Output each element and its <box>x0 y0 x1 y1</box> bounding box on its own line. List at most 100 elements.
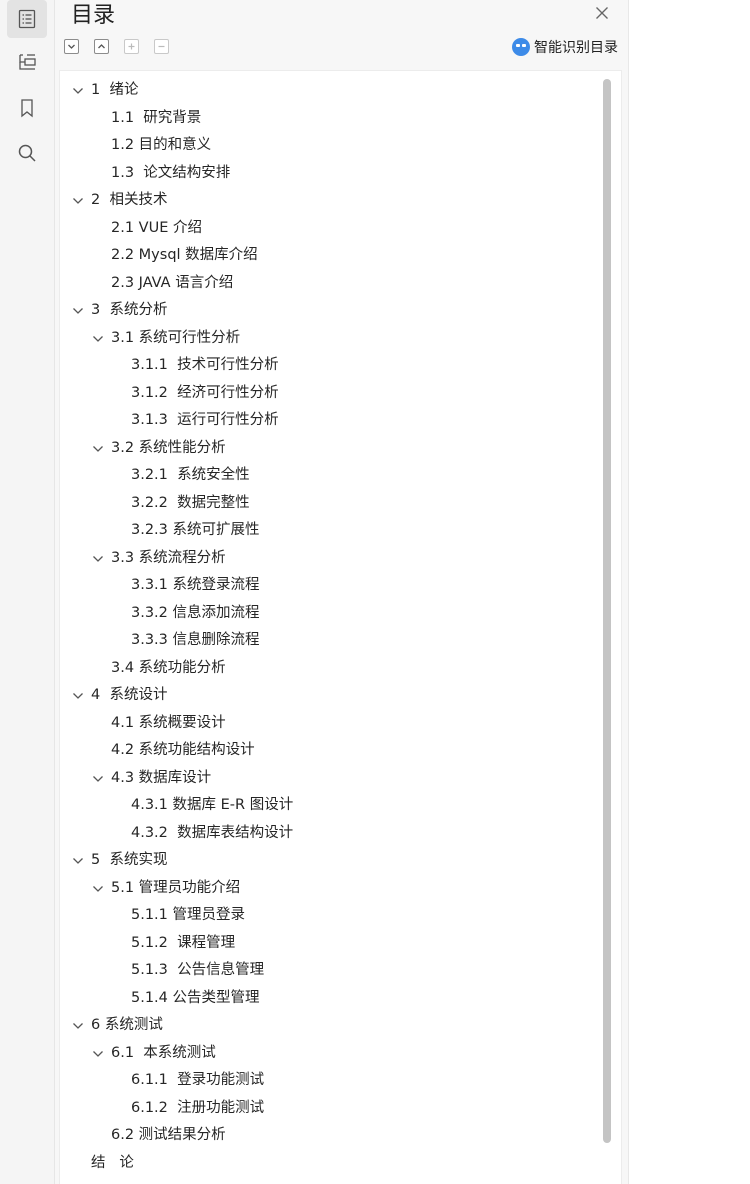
tree-rail-button[interactable] <box>7 43 47 81</box>
toc-item-label: 1.1 研究背景 <box>111 109 202 126</box>
toc-item-label: 3.1.1 技术可行性分析 <box>131 357 279 373</box>
search-icon <box>18 144 36 162</box>
chevron-down-box-icon <box>68 44 75 49</box>
toc-item-level-2[interactable]: 1.3 论文结构安排 <box>60 160 600 188</box>
toc-item-level-1[interactable]: 2 相关技术 <box>60 187 600 215</box>
toc-item-label: 6.1 本系统测试 <box>111 1044 216 1061</box>
toc-item-level-1[interactable]: 5 系统实现 <box>60 847 600 875</box>
toc-item-level-1[interactable]: 1 绪论 <box>60 77 600 105</box>
toc-item-level-3[interactable]: 5.1.2 课程管理 <box>60 930 600 958</box>
toc-item-label: 3.1.2 经济可行性分析 <box>131 384 279 401</box>
toc-item-label: 2.3 JAVA 语言介绍 <box>111 274 234 291</box>
close-button[interactable] <box>593 4 611 22</box>
toc-item-level-2[interactable]: 1.1 研究背景 <box>60 105 600 133</box>
panel-title: 目录 <box>71 3 116 28</box>
chevron-down-icon[interactable] <box>92 334 104 344</box>
chevron-down-icon[interactable] <box>92 774 104 784</box>
toc-item-label: 3 系统分析 <box>91 302 168 318</box>
toc-item-level-1[interactable]: 结 论 <box>60 1150 600 1178</box>
toc-item-level-3[interactable]: 3.1.1 技术可行性分析 <box>60 352 600 380</box>
add-entry-button[interactable] <box>124 39 139 54</box>
toc-item-level-2[interactable]: 1.2 目的和意义 <box>60 132 600 160</box>
toc-item-level-3[interactable]: 3.3.1 系统登录流程 <box>60 572 600 600</box>
toc-item-label: 5.1.4 公告类型管理 <box>131 989 260 1006</box>
chevron-down-icon[interactable] <box>92 1049 104 1059</box>
toc-rail-button[interactable] <box>7 0 47 38</box>
remove-entry-button[interactable] <box>154 39 169 54</box>
ai-robot-icon <box>512 38 530 56</box>
expand-all-button[interactable] <box>64 39 79 54</box>
toc-item-level-2[interactable]: 6.1 本系统测试 <box>60 1040 600 1068</box>
toc-item-level-3[interactable]: 3.2.3 系统可扩展性 <box>60 517 600 545</box>
toc-item-level-3[interactable]: 3.1.3 运行可行性分析 <box>60 407 600 435</box>
toc-item-label: 4.2 系统功能结构设计 <box>111 742 255 758</box>
toc-item-level-3[interactable]: 4.3.2 数据库表结构设计 <box>60 820 600 848</box>
toc-item-label: 2 相关技术 <box>91 192 168 208</box>
left-icon-rail <box>0 0 55 1184</box>
toc-item-level-2[interactable]: 4.2 系统功能结构设计 <box>60 737 600 765</box>
smart-toc-button[interactable]: 智能识别目录 <box>512 37 618 57</box>
toc-item-level-3[interactable]: 3.1.2 经济可行性分析 <box>60 380 600 408</box>
toc-item-label: 5.1.2 课程管理 <box>131 934 236 951</box>
chevron-down-icon[interactable] <box>72 1021 84 1031</box>
collapse-all-button[interactable] <box>94 39 109 54</box>
toc-item-label: 4.3 数据库设计 <box>111 769 212 786</box>
search-rail-button[interactable] <box>7 134 47 172</box>
toc-item-level-3[interactable]: 3.2.2 数据完整性 <box>60 490 600 518</box>
toc-item-label: 5 系统实现 <box>91 852 168 868</box>
chevron-down-icon[interactable] <box>92 554 104 564</box>
toc-scrollbar[interactable] <box>603 79 611 1143</box>
toc-item-level-2[interactable]: 2.3 JAVA 语言介绍 <box>60 270 600 298</box>
toc-item-label: 1 绪论 <box>91 82 139 98</box>
toc-item-label: 5.1.3 公告信息管理 <box>131 962 265 978</box>
bookmark-icon <box>21 99 33 118</box>
toc-item-label: 6.1.2 注册功能测试 <box>131 1099 265 1116</box>
toc-item-level-3[interactable]: 5.1.3 公告信息管理 <box>60 957 600 985</box>
toc-item-level-2[interactable]: 2.2 Mysql 数据库介绍 <box>60 242 600 270</box>
toc-item-level-2[interactable]: 3.1 系统可行性分析 <box>60 325 600 353</box>
chevron-down-icon[interactable] <box>72 196 84 206</box>
toc-item-level-3[interactable]: 3.2.1 系统安全性 <box>60 462 600 490</box>
chevron-down-icon[interactable] <box>72 691 84 701</box>
toc-list[interactable]: 1 绪论 1.1 研究背景 1.2 目的和意义 1.3 论文结构安排 2 相关技术 2.1… <box>59 70 622 1184</box>
toc-item-label: 6.1.1 登录功能测试 <box>131 1072 265 1088</box>
toc-item-level-3[interactable]: 5.1.4 公告类型管理 <box>60 985 600 1013</box>
toc-item-label: 3.3 系统流程分析 <box>111 549 226 566</box>
toc-item-level-1[interactable]: 4 系统设计 <box>60 682 600 710</box>
toc-item-level-3[interactable]: 3.3.3 信息删除流程 <box>60 627 600 655</box>
toc-item-label: 3.3.3 信息删除流程 <box>131 632 260 648</box>
toc-item-label: 3.1 系统可行性分析 <box>111 329 241 346</box>
chevron-down-icon[interactable] <box>92 444 104 454</box>
toc-item-level-2[interactable]: 4.1 系统概要设计 <box>60 710 600 738</box>
toc-item-level-3[interactable]: 6.1.1 登录功能测试 <box>60 1067 600 1095</box>
tree-icon <box>19 54 36 70</box>
toc-item-label: 2.2 Mysql 数据库介绍 <box>111 247 258 263</box>
close-icon <box>596 7 608 19</box>
toc-item-label: 4 系统设计 <box>91 687 168 703</box>
toc-item-label: 3.2.1 系统安全性 <box>131 467 250 483</box>
toc-item-label: 1.2 目的和意义 <box>111 137 212 153</box>
toc-item-level-3[interactable]: 4.3.1 数据库 E-R 图设计 <box>60 792 600 820</box>
toc-rows: 1 绪论 1.1 研究背景 1.2 目的和意义 1.3 论文结构安排 2 相关技术 2.1… <box>60 77 600 1177</box>
plus-box-icon <box>128 43 135 50</box>
toc-item-level-1[interactable]: 6 系统测试 <box>60 1012 600 1040</box>
bookmark-rail-button[interactable] <box>7 89 47 127</box>
toc-item-level-2[interactable]: 3.3 系统流程分析 <box>60 545 600 573</box>
chevron-down-icon[interactable] <box>72 306 84 316</box>
toc-item-level-2[interactable]: 3.4 系统功能分析 <box>60 655 600 683</box>
toc-item-level-2[interactable]: 6.2 测试结果分析 <box>60 1122 600 1150</box>
toc-item-level-2[interactable]: 5.1 管理员功能介绍 <box>60 875 600 903</box>
toc-item-level-2[interactable]: 3.2 系统性能分析 <box>60 435 600 463</box>
toc-item-level-3[interactable]: 3.3.2 信息添加流程 <box>60 600 600 628</box>
toc-item-level-2[interactable]: 4.3 数据库设计 <box>60 765 600 793</box>
toc-item-level-1[interactable]: 3 系统分析 <box>60 297 600 325</box>
toc-item-level-2[interactable]: 2.1 VUE 介绍 <box>60 215 600 243</box>
toc-item-label: 4.3.2 数据库表结构设计 <box>131 824 294 841</box>
toc-item-label: 5.1.1 管理员登录 <box>131 907 246 923</box>
toc-item-level-3[interactable]: 5.1.1 管理员登录 <box>60 902 600 930</box>
chevron-down-icon[interactable] <box>92 884 104 894</box>
minus-box-icon <box>158 45 165 48</box>
chevron-down-icon[interactable] <box>72 86 84 96</box>
chevron-down-icon[interactable] <box>72 856 84 866</box>
toc-item-level-3[interactable]: 6.1.2 注册功能测试 <box>60 1095 600 1123</box>
